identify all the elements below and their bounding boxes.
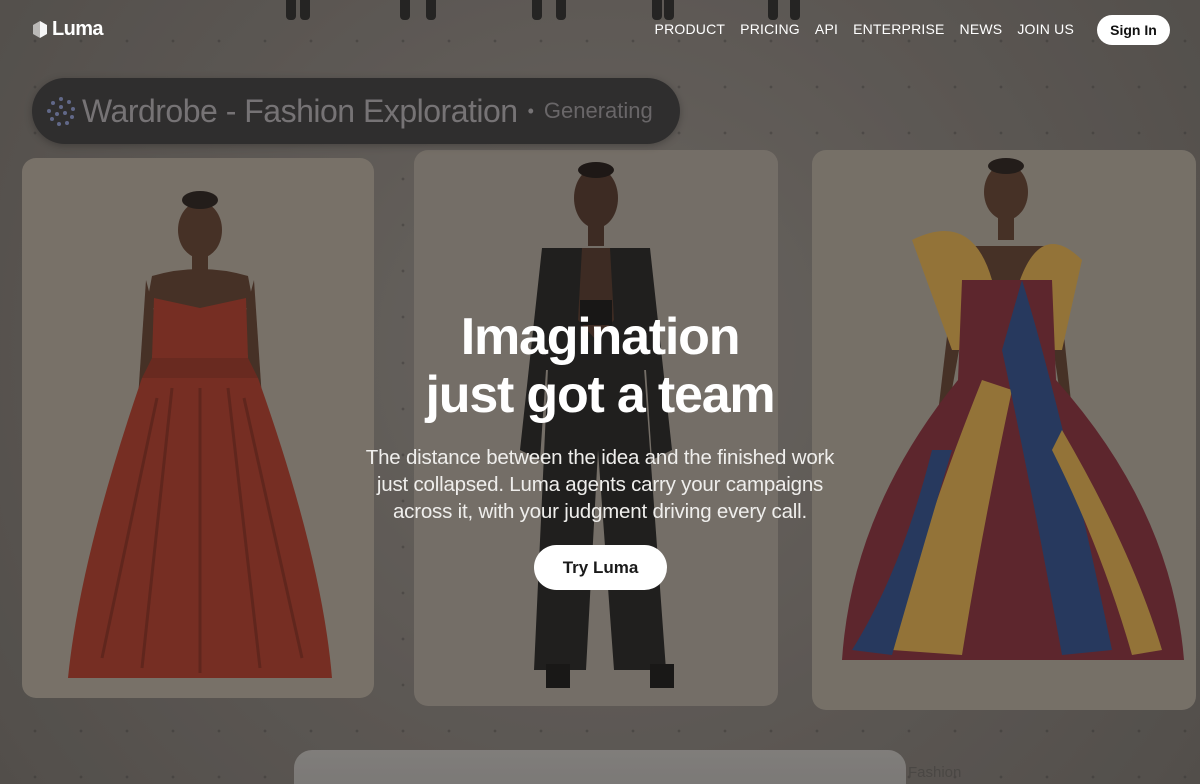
- hero-headline-line-2: just got a team: [425, 366, 776, 424]
- nav-pricing[interactable]: PRICING: [740, 21, 800, 37]
- hero-headline: Imagination just got a team: [300, 308, 900, 424]
- nav-product[interactable]: PRODUCT: [655, 21, 726, 37]
- brand-name: Luma: [52, 18, 104, 40]
- nav-join-us[interactable]: JOIN US: [1017, 21, 1074, 37]
- main-nav: PRODUCT PRICING API ENTERPRISE NEWS JOIN…: [655, 21, 1074, 37]
- brand-logo[interactable]: Luma: [32, 18, 104, 41]
- sign-in-button[interactable]: Sign In: [1097, 15, 1170, 45]
- luma-logo-icon: [32, 20, 48, 39]
- nav-news[interactable]: NEWS: [960, 21, 1003, 37]
- nav-enterprise[interactable]: ENTERPRISE: [853, 21, 944, 37]
- try-luma-button[interactable]: Try Luma: [534, 545, 667, 590]
- top-navigation: Luma PRODUCT PRICING API ENTERPRISE NEWS…: [0, 0, 1200, 60]
- hero-section: Imagination just got a team The distance…: [300, 308, 900, 525]
- hero-headline-line-1: Imagination: [460, 308, 741, 366]
- hero-description: The distance between the idea and the fi…: [365, 446, 835, 523]
- nav-api[interactable]: API: [815, 21, 838, 37]
